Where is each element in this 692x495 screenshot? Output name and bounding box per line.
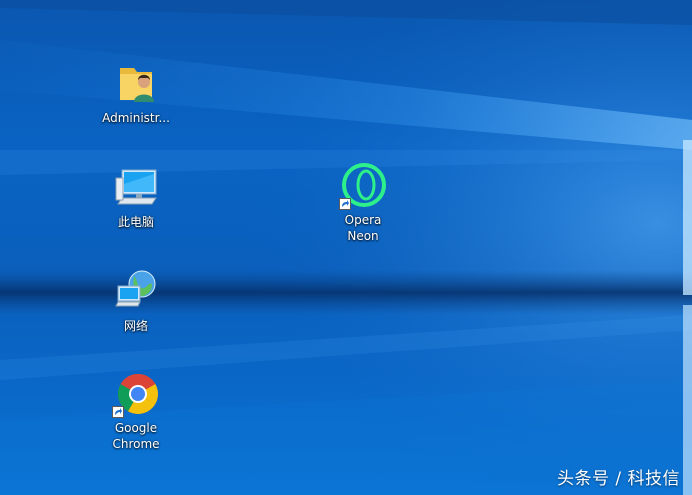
desktop-icon-opera-neon[interactable]: Opera Neon bbox=[321, 162, 405, 244]
user-folder-icon bbox=[112, 60, 160, 108]
desktop-icon-label: 此电脑 bbox=[117, 215, 154, 229]
desktop-icon-google-chrome[interactable]: Google Chrome bbox=[94, 370, 178, 452]
computer-icon bbox=[112, 164, 160, 212]
watermark-text: 头条号 / 科技信 bbox=[556, 469, 680, 489]
desktop-icon-label: Google Chrome bbox=[112, 421, 160, 451]
desktop-icon-administrator[interactable]: Administr... bbox=[94, 60, 178, 126]
shortcut-arrow-icon bbox=[112, 406, 124, 418]
desktop-icon-network[interactable]: 网络 bbox=[94, 268, 178, 334]
network-icon bbox=[112, 268, 160, 316]
desktop[interactable]: Administr... 此电脑 网络 Google Chrome Opera … bbox=[0, 0, 692, 495]
opera-neon-icon bbox=[339, 162, 387, 210]
desktop-icon-label: Administr... bbox=[102, 111, 170, 125]
desktop-icon-label: Opera Neon bbox=[344, 213, 382, 243]
desktop-icon-this-pc[interactable]: 此电脑 bbox=[94, 164, 178, 230]
chrome-icon bbox=[112, 370, 160, 418]
desktop-icon-label: 网络 bbox=[123, 319, 148, 333]
shortcut-arrow-icon bbox=[339, 198, 351, 210]
